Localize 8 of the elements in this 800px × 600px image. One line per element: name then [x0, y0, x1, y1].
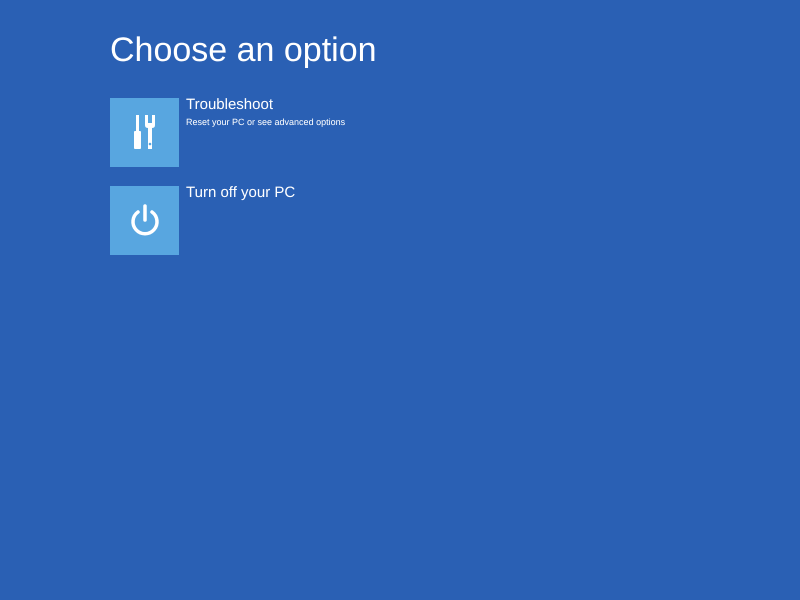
option-tile[interactable]: [110, 186, 179, 255]
tools-icon: [132, 114, 158, 150]
option-title[interactable]: Troubleshoot: [186, 96, 273, 114]
power-icon: [128, 204, 160, 238]
option-tile[interactable]: [110, 98, 179, 167]
option-description: Reset your PC or see advanced options: [186, 116, 346, 128]
option-title[interactable]: Turn off your PC: [186, 184, 296, 202]
page-title: Choose an option: [110, 30, 377, 71]
